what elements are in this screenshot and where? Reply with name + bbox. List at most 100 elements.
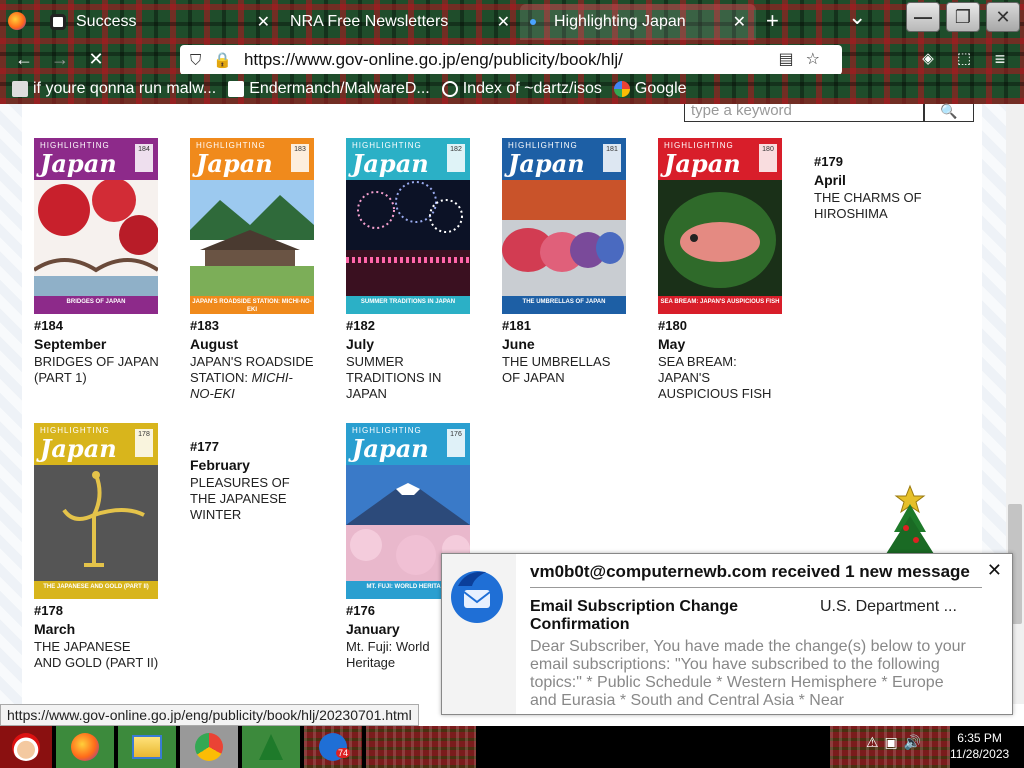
issue-title[interactable]: SEA BREAM: JAPAN'S AUSPICIOUS FISH bbox=[658, 354, 784, 402]
issue-183[interactable]: HIGHLIGHTING Japan 183 JAPAN'S ROADSIDE STA… bbox=[190, 138, 316, 402]
extensions-icon[interactable]: ⬚ bbox=[950, 46, 978, 72]
bookmark-malware[interactable]: if youre qonna run malw... bbox=[12, 80, 216, 98]
tracking-shield-icon[interactable]: ⛉ bbox=[190, 52, 201, 69]
issue-title[interactable]: THE CHARMS OF HIROSHIMA bbox=[814, 190, 940, 222]
cover-footer: SUMMER TRADITIONS IN JAPAN bbox=[346, 296, 470, 314]
taskbar-thunderbird[interactable]: 74 bbox=[304, 726, 362, 768]
issue-month: July bbox=[346, 336, 375, 352]
cover-image[interactable]: HIGHLIGHTING Japan 184 BRIDGES OF JAPAN bbox=[34, 138, 158, 314]
issue-month: April bbox=[814, 172, 846, 188]
issue-180[interactable]: HIGHLIGHTING Japan 180 SEA BREAM: JAPAN'S A… bbox=[658, 138, 784, 402]
issue-title[interactable]: THE UMBRELLAS OF JAPAN bbox=[502, 354, 628, 386]
tab-success[interactable]: Success ✕ bbox=[40, 4, 280, 40]
cover-image[interactable]: HIGHLIGHTING Japan 181 THE UMBRELLAS OF JAP… bbox=[502, 138, 626, 314]
tab-bar: Success ✕ NRA Free Newsletters ✕ Highlig… bbox=[0, 0, 1024, 44]
cover-brand: Japan bbox=[352, 434, 429, 463]
cover-image[interactable]: HIGHLIGHTING Japan 183 JAPAN'S ROADSIDE STA… bbox=[190, 138, 314, 314]
issue-month: August bbox=[190, 336, 239, 352]
cover-banner: HIGHLIGHTING Japan 180 bbox=[658, 138, 782, 180]
cover-issue-number: 178 bbox=[135, 429, 153, 457]
cover-issue-number: 182 bbox=[447, 144, 465, 172]
issue-month: March bbox=[34, 621, 76, 637]
issue-181[interactable]: HIGHLIGHTING Japan 181 THE UMBRELLAS OF JAP… bbox=[502, 138, 628, 386]
new-tab-button[interactable]: + bbox=[766, 8, 779, 34]
santa-icon bbox=[12, 733, 40, 761]
issue-number: #177 bbox=[190, 439, 219, 454]
mail-notification[interactable]: vm0b0t@computernewb.com received 1 new m… bbox=[441, 553, 1013, 715]
close-window-button[interactable]: ✕ bbox=[986, 2, 1020, 32]
taskbar-tree-app[interactable] bbox=[242, 726, 300, 768]
cover-art bbox=[190, 180, 314, 296]
reader-bookmark-icons[interactable]: ▤☆ bbox=[779, 49, 832, 69]
cover-art bbox=[346, 180, 470, 296]
system-tray[interactable]: ⚠▣🔊 bbox=[866, 734, 927, 751]
pocket-icon[interactable]: ◈ bbox=[914, 46, 942, 72]
close-tab-icon[interactable]: ✕ bbox=[497, 12, 510, 32]
tab-label: NRA Free Newsletters bbox=[290, 13, 449, 30]
issue-title[interactable]: SUMMER TRADITIONS IN JAPAN bbox=[346, 354, 472, 402]
issue-178[interactable]: HIGHLIGHTING Japan 178 THE JAPANESE AND GOL… bbox=[34, 423, 160, 671]
issue-184[interactable]: HIGHLIGHTING Japan 184 BRIDGES OF JAPAN #18… bbox=[34, 138, 160, 386]
issue-number: #179 bbox=[814, 154, 843, 169]
issue-title[interactable]: BRIDGES OF JAPAN (PART 1) bbox=[34, 354, 160, 386]
google-icon bbox=[613, 81, 630, 97]
cover-image[interactable]: HIGHLIGHTING Japan 178 THE JAPANESE AND GOL… bbox=[34, 423, 158, 599]
taskbar-file-explorer[interactable] bbox=[118, 726, 176, 768]
cover-brand: Japan bbox=[352, 149, 429, 178]
minimize-button[interactable]: — bbox=[906, 2, 940, 32]
cover-banner: HIGHLIGHTING Japan 184 bbox=[34, 138, 158, 180]
cover-image[interactable]: HIGHLIGHTING Japan 180 SEA BREAM: JAPAN'S A… bbox=[658, 138, 782, 314]
unread-badge: 74 bbox=[336, 748, 351, 758]
search-input[interactable]: type a keyword bbox=[684, 104, 924, 122]
back-button[interactable]: ← bbox=[10, 46, 38, 72]
restore-button[interactable]: ❐ bbox=[946, 2, 980, 32]
menu-icon[interactable]: ≡ bbox=[986, 46, 1014, 72]
cover-banner: HIGHLIGHTING Japan 176 bbox=[346, 423, 470, 465]
close-tab-icon[interactable]: ✕ bbox=[733, 12, 746, 32]
issue-title[interactable]: JAPAN'S ROADSIDE STATION: MICHI-NO-EKI bbox=[190, 354, 316, 402]
url-bar[interactable]: ⛉ 🔒 https://www.gov-online.go.jp/eng/pub… bbox=[180, 45, 842, 75]
clock[interactable]: 6:35 PM 11/28/2023 bbox=[950, 730, 1009, 762]
bookmark-dartz-isos[interactable]: Index of ~dartz/isos bbox=[441, 80, 602, 98]
cover-image[interactable]: HIGHLIGHTING Japan 182 SUMMER TRADITIONS IN… bbox=[346, 138, 470, 314]
search-button[interactable]: 🔍 bbox=[924, 104, 974, 122]
firefox-menu-icon[interactable] bbox=[8, 12, 26, 30]
tab-list-button[interactable]: ⌄ bbox=[848, 4, 866, 30]
issue-month: September bbox=[34, 336, 107, 352]
cover-footer: SEA BREAM: JAPAN'S AUSPICIOUS FISH bbox=[658, 296, 782, 314]
bookmark-endermanch[interactable]: Endermanch/MalwareD... bbox=[228, 80, 430, 98]
link-status-bar: https://www.gov-online.go.jp/eng/publici… bbox=[0, 704, 419, 726]
cover-art bbox=[658, 180, 782, 296]
taskbar-firefox[interactable] bbox=[56, 726, 114, 768]
globe-icon bbox=[441, 81, 458, 97]
forward-button[interactable]: → bbox=[46, 46, 74, 72]
issue-month: February bbox=[190, 457, 250, 473]
issue-179[interactable]: #179 April THE CHARMS OF HIROSHIMA bbox=[814, 150, 940, 222]
bookmark-google[interactable]: Google bbox=[613, 80, 687, 98]
cover-banner: HIGHLIGHTING Japan 182 bbox=[346, 138, 470, 180]
cover-art bbox=[502, 180, 626, 296]
issue-177[interactable]: #177 February PLEASURES OF THE JAPANESE WI… bbox=[190, 435, 316, 523]
firefox-icon bbox=[71, 733, 99, 761]
taskbar-chrome[interactable] bbox=[180, 726, 238, 768]
tab-highlighting-japan[interactable]: Highlighting Japan ✕ bbox=[520, 4, 756, 40]
github-icon bbox=[228, 81, 245, 97]
lock-icon[interactable]: 🔒 bbox=[213, 51, 232, 69]
chrome-icon bbox=[195, 733, 223, 761]
stop-loading-button[interactable]: ✕ bbox=[82, 46, 110, 72]
issue-title[interactable]: THE JAPANESE AND GOLD (PART II) bbox=[34, 639, 160, 671]
tab-favicon-icon bbox=[50, 14, 66, 30]
tree-icon bbox=[259, 734, 283, 760]
issue-title[interactable]: PLEASURES OF THE JAPANESE WINTER bbox=[190, 475, 316, 523]
cover-issue-number: 180 bbox=[759, 144, 777, 172]
close-tab-icon[interactable]: ✕ bbox=[257, 12, 270, 32]
start-button[interactable] bbox=[0, 726, 52, 768]
issue-182[interactable]: HIGHLIGHTING Japan 182 SUMMER TRADITIONS IN… bbox=[346, 138, 472, 402]
bookmark-icon bbox=[12, 81, 28, 97]
cover-brand: Japan bbox=[664, 149, 741, 178]
issue-month: May bbox=[658, 336, 686, 352]
close-notification-icon[interactable]: ✕ bbox=[987, 560, 1002, 581]
clock-time: 6:35 PM bbox=[957, 731, 1002, 745]
url-text[interactable]: https://www.gov-online.go.jp/eng/publici… bbox=[244, 50, 623, 70]
tab-nra-newsletters[interactable]: NRA Free Newsletters ✕ bbox=[280, 4, 520, 40]
